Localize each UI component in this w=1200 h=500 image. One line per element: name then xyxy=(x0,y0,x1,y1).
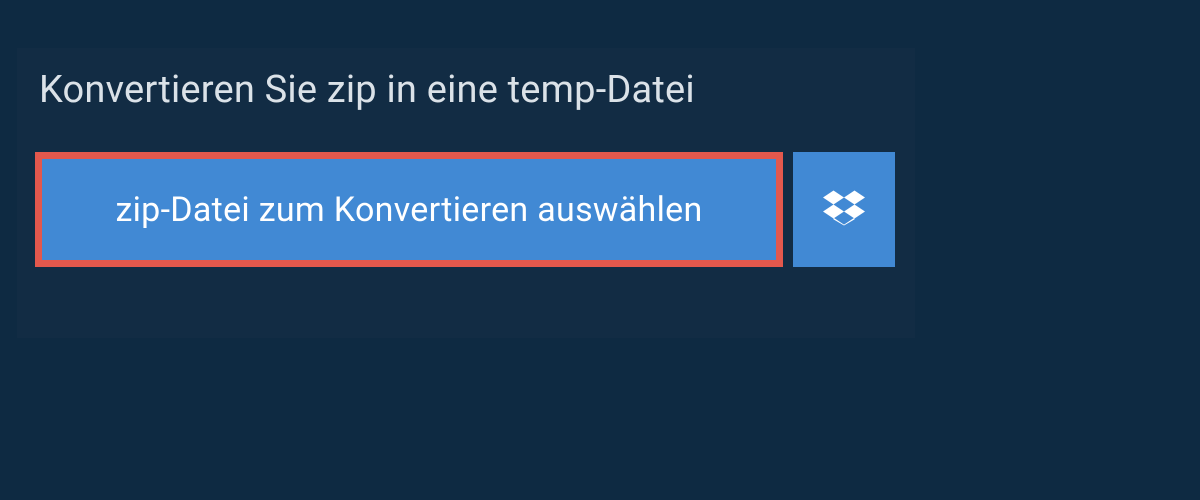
button-row: zip-Datei zum Konvertieren auswählen xyxy=(17,112,915,267)
choose-file-label: zip-Datei zum Konvertieren auswählen xyxy=(115,190,702,230)
dropbox-icon xyxy=(823,187,865,233)
page-title: Konvertieren Sie zip in eine temp-Datei xyxy=(17,48,915,112)
choose-file-button[interactable]: zip-Datei zum Konvertieren auswählen xyxy=(35,152,783,267)
converter-panel: Konvertieren Sie zip in eine temp-Datei … xyxy=(17,48,915,338)
dropbox-button[interactable] xyxy=(793,152,895,267)
